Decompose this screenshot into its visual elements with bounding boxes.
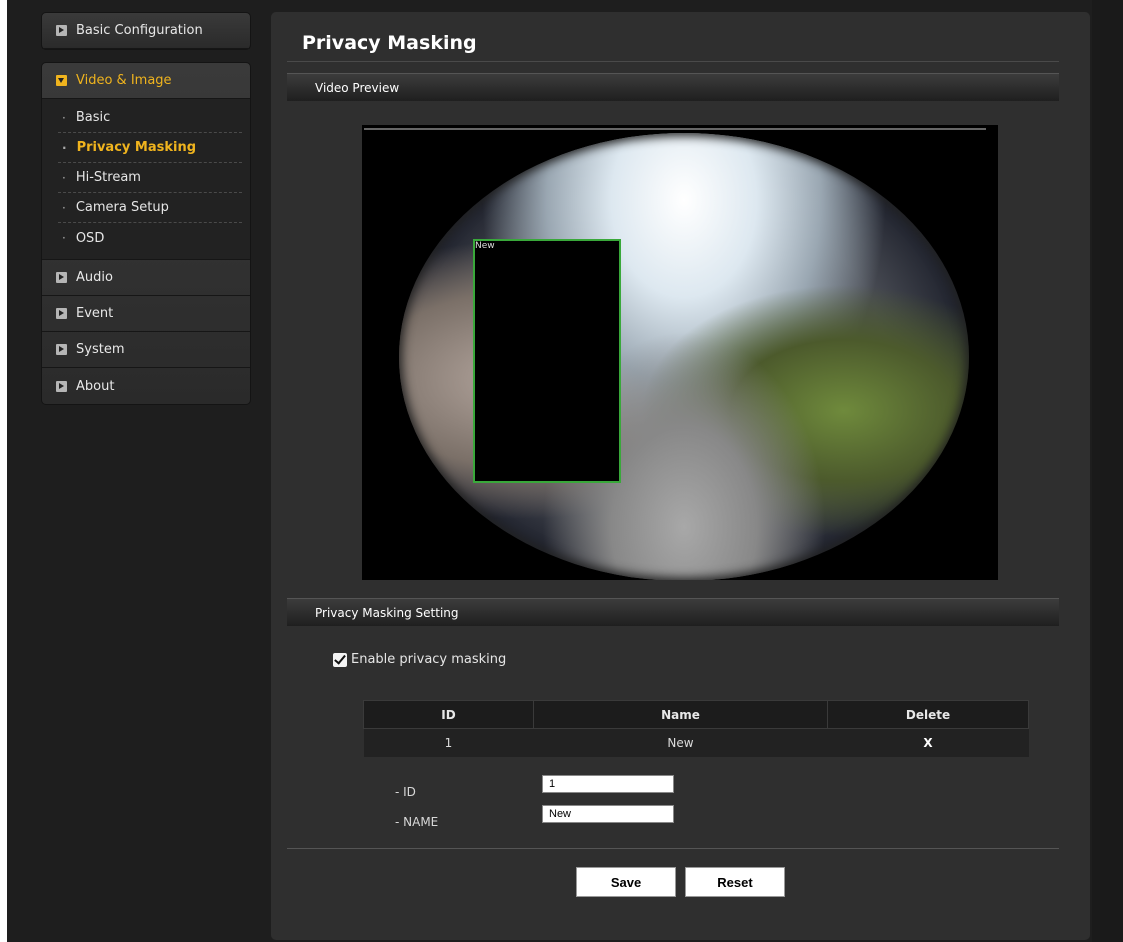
- submenu-label: OSD: [75, 230, 105, 246]
- submenu-label: Hi-Stream: [75, 170, 141, 185]
- bullet-icon: ·: [62, 140, 67, 155]
- menu-audio[interactable]: Audio: [42, 260, 250, 296]
- menu-system[interactable]: System: [42, 332, 250, 368]
- mask-table: ID Name Delete 1 New X: [363, 700, 1029, 757]
- menu-label: Event: [76, 306, 114, 321]
- submenu-label: Basic: [75, 110, 111, 125]
- menu-label: Basic Configuration: [76, 23, 203, 38]
- column-header-id: ID: [363, 700, 534, 729]
- name-field[interactable]: [542, 805, 674, 823]
- privacy-mask-region[interactable]: New: [473, 239, 621, 483]
- reset-button[interactable]: Reset: [685, 867, 785, 897]
- table-row[interactable]: 1 New X: [363, 728, 1029, 757]
- enable-privacy-masking[interactable]: Enable privacy masking: [333, 652, 506, 667]
- cell-id: 1: [363, 728, 534, 757]
- chevron-right-icon: [56, 380, 67, 392]
- menu-video-image[interactable]: Video & Image: [42, 63, 250, 99]
- submenu-item-privacy-masking[interactable]: · Privacy Masking: [58, 133, 242, 163]
- menu-group-main: Video & Image · Basic · Privacy Masking …: [41, 62, 251, 405]
- main-panel: Privacy Masking Video Preview New Privac…: [271, 12, 1090, 940]
- menu-label: System: [76, 342, 125, 357]
- column-header-name: Name: [533, 700, 828, 729]
- delete-button[interactable]: X: [827, 728, 1029, 757]
- table-header-row: ID Name Delete: [363, 700, 1029, 729]
- save-button[interactable]: Save: [576, 867, 676, 897]
- column-header-delete: Delete: [827, 700, 1029, 729]
- menu-label: About: [76, 378, 115, 394]
- menu-group-basic: Basic Configuration: [41, 12, 251, 50]
- bullet-icon: ·: [62, 231, 66, 245]
- menu-basic-configuration[interactable]: Basic Configuration: [42, 13, 250, 49]
- id-field[interactable]: [542, 775, 674, 793]
- chevron-down-icon: [56, 75, 67, 86]
- submenu-item-camera-setup[interactable]: · Camera Setup: [58, 193, 242, 223]
- bullet-icon: ·: [62, 110, 66, 125]
- chevron-right-icon: [56, 25, 67, 36]
- checkbox-checked-icon[interactable]: [333, 652, 347, 667]
- chevron-right-icon: [56, 272, 67, 283]
- window-right-strip: [1092, 0, 1123, 942]
- divider: [287, 848, 1059, 849]
- submenu-item-osd[interactable]: · OSD: [58, 223, 242, 253]
- submenu-item-hi-stream[interactable]: · Hi-Stream: [58, 163, 242, 193]
- section-title: Privacy Masking Setting: [315, 605, 459, 620]
- cell-name: New: [533, 728, 828, 757]
- menu-label: Video & Image: [76, 73, 172, 88]
- chevron-right-icon: [56, 308, 67, 319]
- video-preview[interactable]: New: [362, 125, 998, 580]
- video-top-line: [364, 128, 986, 130]
- menu-about[interactable]: About: [42, 368, 250, 404]
- section-header-privacy-masking-setting: Privacy Masking Setting: [287, 598, 1059, 626]
- menu-event[interactable]: Event: [42, 296, 250, 332]
- divider: [287, 61, 1059, 62]
- submenu-label: Privacy Masking: [76, 140, 197, 155]
- sidebar: Basic Configuration Video & Image · Basi…: [41, 12, 251, 405]
- page-title: Privacy Masking: [302, 32, 477, 54]
- name-label: - NAME: [395, 815, 439, 829]
- submenu-item-basic[interactable]: · Basic: [58, 103, 242, 133]
- mask-label: New: [475, 241, 495, 251]
- video-image-submenu: · Basic · Privacy Masking · Hi-Stream · …: [42, 99, 250, 260]
- bullet-icon: ·: [62, 170, 66, 185]
- chevron-right-icon: [56, 344, 67, 355]
- submenu-label: Camera Setup: [75, 200, 169, 215]
- window-left-edge: [0, 0, 7, 942]
- id-label: - ID: [395, 785, 416, 799]
- section-header-video-preview: Video Preview: [287, 73, 1059, 101]
- section-title: Video Preview: [315, 80, 400, 95]
- bullet-icon: ·: [62, 200, 66, 215]
- checkbox-label: Enable privacy masking: [351, 652, 507, 667]
- menu-label: Audio: [76, 270, 113, 285]
